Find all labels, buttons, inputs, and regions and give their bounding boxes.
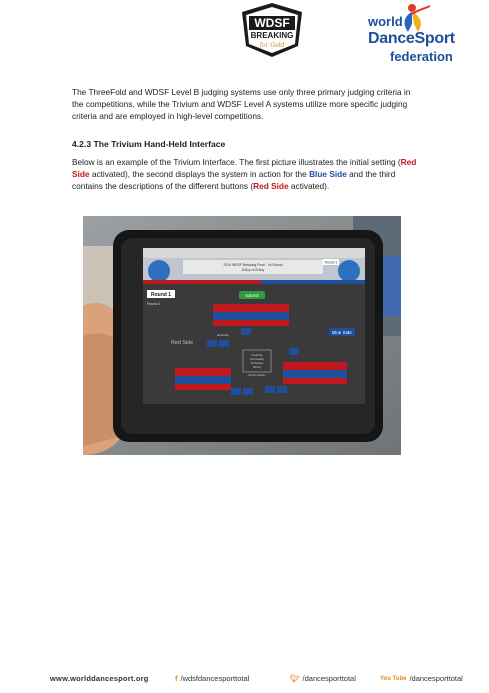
right-criteria-red-bar[interactable] [283,362,347,370]
globe-left-icon [148,260,170,282]
page-footer: www.worlddancesport.org f/wdsfdancesport… [50,670,470,686]
blue-side-emphasis: Blue Side [309,169,347,179]
facebook-icon: f [175,674,178,683]
world-dancesport-federation-logo: world DanceSport federation [360,2,460,66]
breaking-logo-wdsf-text: WDSF [254,16,289,30]
para2-text-g: activated). [288,181,330,191]
tablet-round-badge: Round 1 [325,261,338,265]
section-heading: 4.2.3 The Trivium Hand-Held Interface [72,139,226,149]
trivium-tablet-photo: 2019 WDSF Breaking Final · Vs Round B-Bo… [83,216,401,455]
bottom-plus-button[interactable] [231,388,241,395]
globe-right-icon [338,260,360,282]
left-criteria-red-bar[interactable] [175,368,231,376]
twitter-icon: 🐦︎ [290,674,300,683]
center-minus-button[interactable] [241,328,251,335]
wdsf-breaking-logo: WDSF BREAKING for Gold [240,2,304,58]
logo-dancesport-text: DanceSport [368,30,455,47]
para2-text-c: activated), the second displays the syst… [89,169,310,179]
youtube-icon: You Tube [380,676,407,682]
footer-website-link[interactable]: www.worlddancesport.org [50,674,149,683]
blue-side-label: Blue Side [332,330,352,335]
footer-twitter[interactable]: 🐦︎/dancesporttotal [290,674,356,683]
intro-paragraph: The ThreeFold and WDSF Level B judging s… [72,87,411,121]
logo-world-text: world [368,14,403,29]
center-label-5: Musicality [217,333,230,337]
top-criteria-red-bar[interactable] [213,304,289,312]
breaking-logo-breaking-text: BREAKING [251,31,294,40]
footer-youtube[interactable]: You Tube/dancesporttotal [380,674,463,683]
logo-federation-text: federation [390,49,453,64]
footer-facebook-handle: /wdsfdancesporttotal [180,674,250,683]
top-criteria-blue-bar[interactable] [213,312,289,320]
left-criteria-blue-bar[interactable] [175,376,231,384]
tablet-event-title: 2019 WDSF Breaking Final · Vs Round [224,263,283,267]
bottom-minus-button[interactable] [243,388,253,395]
red-side-emphasis-2: Red Side [253,181,289,191]
submit-label: submit [245,293,259,298]
footer-facebook[interactable]: f/wdsfdancesporttotal [175,674,249,683]
breaking-logo-script-text: for Gold [259,42,285,49]
round-label: Round 1 [151,292,171,298]
right-criteria-blue-bar[interactable] [283,370,347,378]
page-header: WDSF BREAKING for Gold world DanceSport … [0,0,489,72]
round-small-label: Round 1 [147,302,161,306]
para2-text-a: Below is an example of the Trivium Inter… [72,157,401,167]
center-label-3: Variety [253,365,262,369]
footer-twitter-handle: /dancesporttotal [302,674,356,683]
tablet-event-subtitle: B-Boy vs B-Boy [242,268,265,272]
red-side-label: Red Side [171,340,193,346]
footer-youtube-handle: /dancesporttotal [409,674,463,683]
center-label-4: Performativity [248,373,266,377]
trivium-description-paragraph: Below is an example of the Trivium Inter… [72,156,422,192]
